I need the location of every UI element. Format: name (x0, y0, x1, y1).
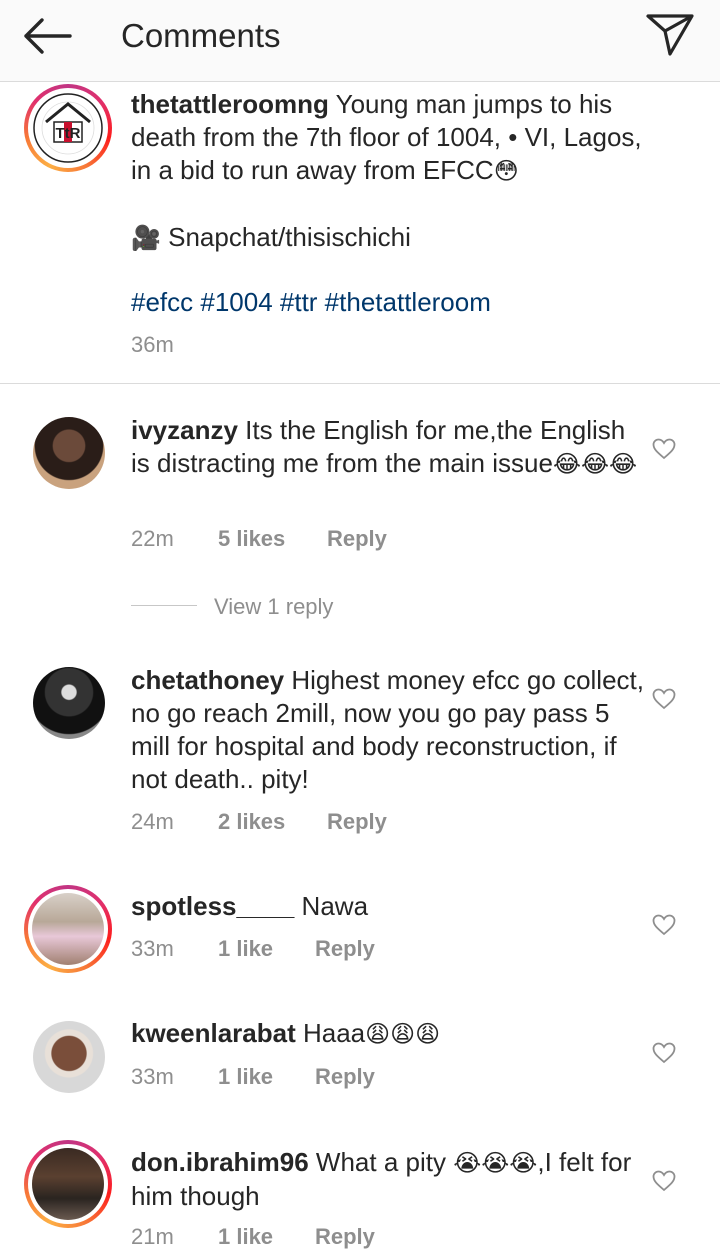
caption-username[interactable]: thetattleroomng (131, 89, 329, 119)
comment-username[interactable]: kweenlarabat (131, 1018, 296, 1048)
comment-body: Haaa (295, 1018, 366, 1048)
comment-body: Nawa (294, 891, 369, 921)
comment-body: What a pity (308, 1147, 454, 1177)
caption-text: thetattleroomng Young man jumps to his d… (131, 88, 651, 188)
comment-time: 22m (131, 526, 174, 551)
comment-text: spotless____ Nawa (131, 890, 651, 923)
heart-icon[interactable] (652, 1042, 676, 1064)
comment-avatar[interactable] (33, 667, 105, 739)
comment-time: 24m (131, 809, 174, 834)
header-bar: Comments (0, 0, 720, 82)
direct-share-icon[interactable] (644, 12, 696, 58)
reply-button[interactable]: Reply (315, 1063, 375, 1091)
comment-likes[interactable]: 2 likes (218, 808, 285, 836)
comment-avatar[interactable] (33, 417, 105, 489)
comment-time: 21m (131, 1224, 174, 1249)
reply-button[interactable]: Reply (315, 935, 375, 963)
back-arrow-icon[interactable] (20, 16, 72, 56)
reply-button[interactable]: Reply (315, 1223, 375, 1251)
comment-time: 33m (131, 936, 174, 961)
comment-avatar[interactable] (33, 1021, 105, 1093)
comment-avatar-ring[interactable] (24, 1140, 112, 1228)
reply-button[interactable]: Reply (327, 525, 387, 553)
comment-text: chetathoney Highest money efcc go collec… (131, 664, 651, 796)
tattle-room-logo-icon: TtR (33, 93, 103, 163)
caption-credit-text: Snapchat/thisischichi (160, 222, 411, 252)
comment-likes[interactable]: 1 like (218, 1063, 273, 1091)
caption-avatar: TtR (32, 92, 104, 164)
page-title: Comments (121, 17, 281, 54)
caption-hashtags[interactable]: #efcc #1004 #ttr #thetattleroom (131, 286, 651, 319)
caption-avatar-ring[interactable]: TtR (24, 84, 112, 172)
caption-emoji: 😳 (493, 157, 519, 185)
video-camera-icon: 🎥 (131, 224, 161, 252)
view-replies-button[interactable]: View 1 reply (214, 593, 333, 621)
comment-likes[interactable]: 1 like (218, 935, 273, 963)
comment-emoji: 😂😂😂 (552, 450, 638, 478)
comment-emoji: 😭😭😭 (453, 1149, 538, 1177)
heart-icon[interactable] (652, 914, 676, 936)
logo-text: TtR (56, 125, 81, 142)
comment-text: don.ibrahim96 What a pity 😭😭😭,I felt for… (131, 1146, 651, 1213)
comment-avatar (32, 893, 104, 965)
comment-likes[interactable]: 5 likes (218, 525, 285, 553)
comment-username[interactable]: don.ibrahim96 (131, 1147, 309, 1177)
divider (0, 383, 720, 384)
heart-icon[interactable] (652, 438, 676, 460)
comment-time: 33m (131, 1064, 174, 1089)
comment-avatar (32, 1148, 104, 1220)
caption-time: 36m (131, 332, 174, 357)
comment-avatar-ring[interactable] (24, 885, 112, 973)
comment-username[interactable]: chetathoney (131, 665, 284, 695)
view-replies-line (131, 605, 197, 606)
comment-text: kweenlarabat Haaa😩😩😩 (131, 1017, 651, 1051)
heart-icon[interactable] (652, 1170, 676, 1192)
heart-icon[interactable] (652, 688, 676, 710)
caption-credit: 🎥 Snapchat/thisischichi (131, 221, 651, 255)
comment-emoji: 😩😩😩 (365, 1020, 441, 1048)
comment-username[interactable]: ivyzanzy (131, 415, 238, 445)
reply-button[interactable]: Reply (327, 808, 387, 836)
comment-username[interactable]: spotless____ (131, 891, 294, 921)
comment-likes[interactable]: 1 like (218, 1223, 273, 1251)
comment-text: ivyzanzy Its the English for me,the Engl… (131, 414, 651, 481)
